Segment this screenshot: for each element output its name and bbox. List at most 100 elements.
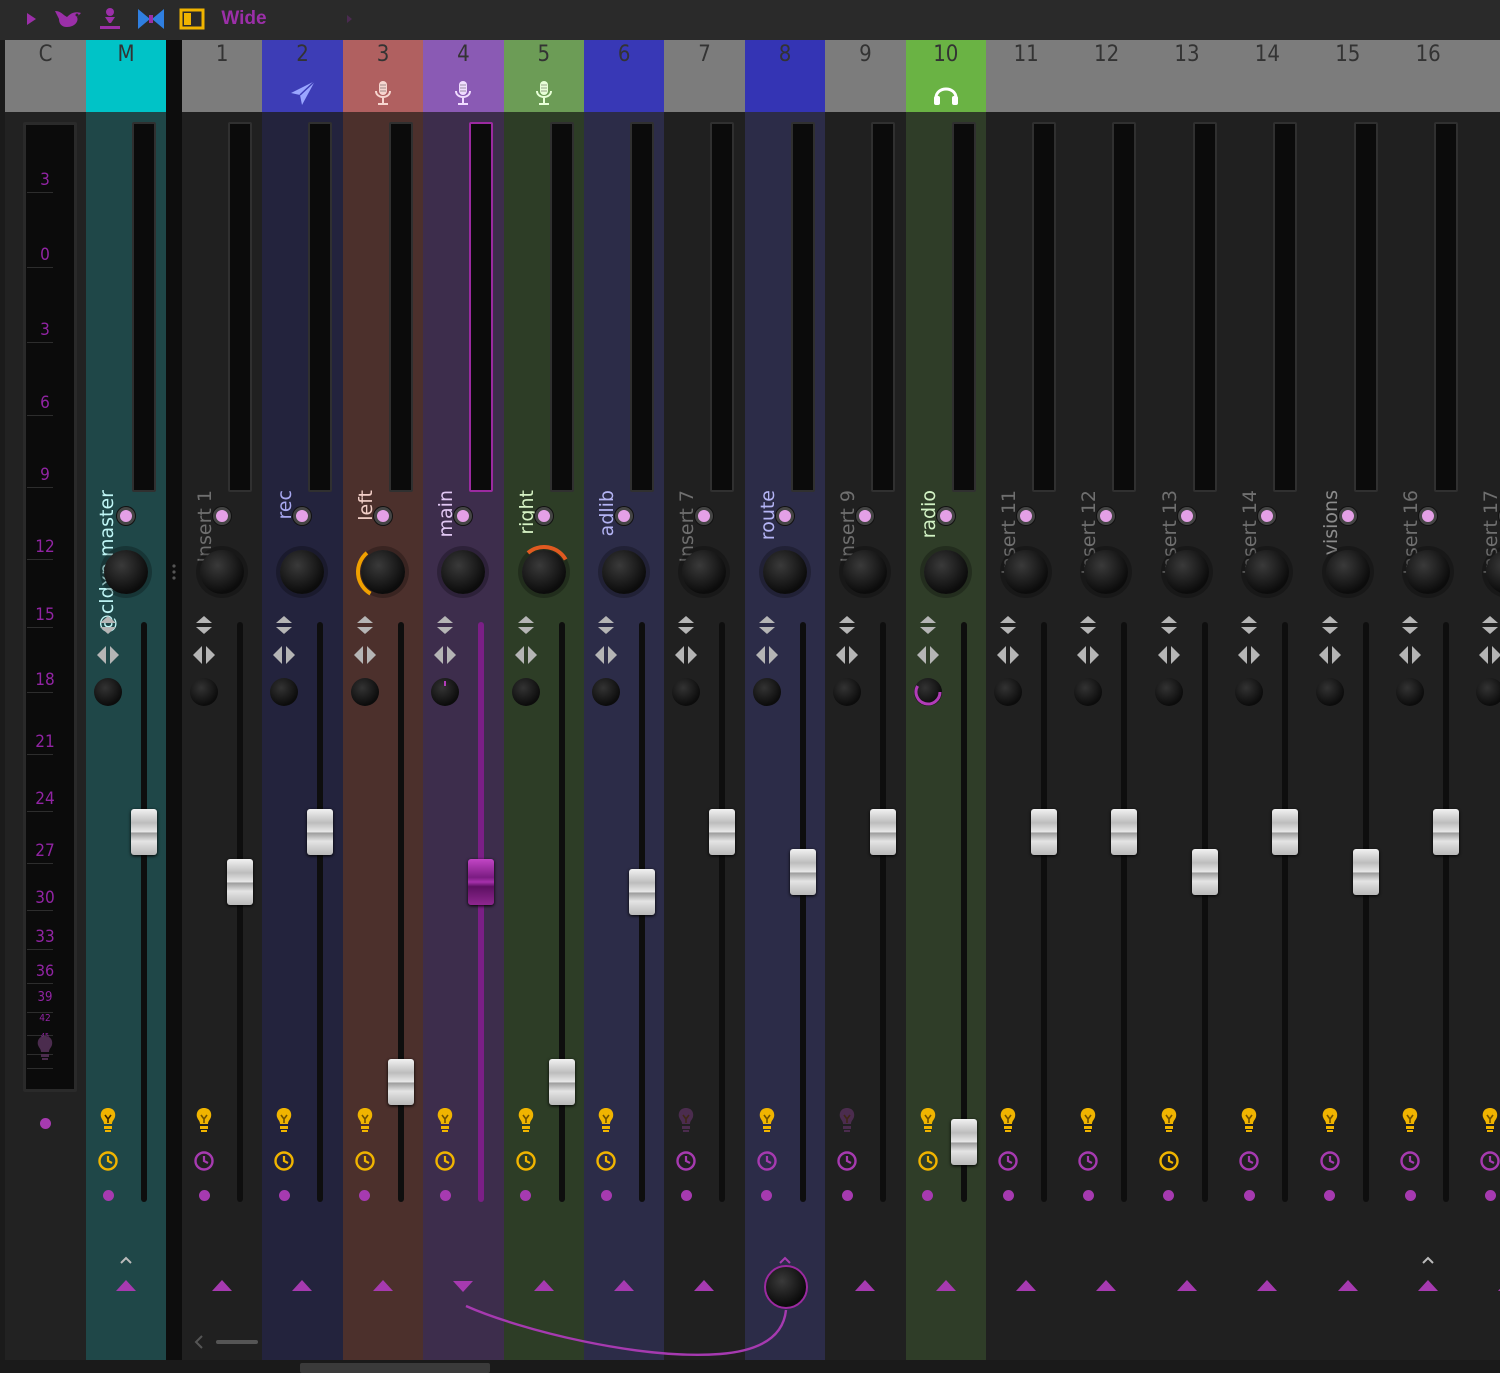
bulb-icon[interactable]: [516, 1106, 536, 1134]
bulb-icon[interactable]: [837, 1106, 857, 1134]
volume-fader[interactable]: [1352, 849, 1379, 895]
volume-fader[interactable]: [1111, 809, 1138, 855]
left-right-arrows-icon[interactable]: [352, 644, 378, 666]
pan-knob[interactable]: [1239, 544, 1295, 600]
chevron-right-icon[interactable]: [344, 6, 356, 32]
clock-icon[interactable]: [1158, 1150, 1180, 1172]
send-arrow-icon[interactable]: [291, 1278, 313, 1294]
status-led[interactable]: [856, 507, 875, 525]
up-down-arrows-icon[interactable]: [98, 614, 118, 636]
pan-knob[interactable]: [274, 544, 330, 600]
route-dot[interactable]: [359, 1190, 371, 1201]
status-led[interactable]: [1017, 507, 1035, 525]
send-arrow-icon[interactable]: [613, 1278, 635, 1294]
send-arrow-icon[interactable]: [115, 1278, 137, 1294]
strip-header[interactable]: 2: [262, 40, 343, 112]
left-right-arrows-icon[interactable]: [754, 644, 780, 666]
volume-fader[interactable]: [1272, 809, 1299, 855]
stereo-separation-knob[interactable]: [592, 678, 620, 706]
route-dot[interactable]: [520, 1190, 532, 1201]
send-arrow-icon[interactable]: [854, 1278, 876, 1294]
strip-header[interactable]: 1: [182, 40, 263, 112]
stereo-separation-knob[interactable]: [833, 678, 862, 706]
scrollbar-thumb[interactable]: [300, 1363, 490, 1373]
route-dot[interactable]: [1484, 1190, 1496, 1201]
strip-header[interactable]: 9: [825, 40, 906, 112]
volume-fader[interactable]: [950, 1119, 977, 1165]
strip-header[interactable]: 15: [1307, 40, 1388, 112]
left-right-arrows-icon[interactable]: [915, 644, 941, 666]
send-arrow-icon[interactable]: [372, 1278, 394, 1294]
route-dot[interactable]: [922, 1190, 934, 1201]
stereo-separation-knob[interactable]: [672, 678, 701, 706]
left-right-arrows-icon[interactable]: [593, 644, 619, 666]
bulb-icon[interactable]: [1078, 1106, 1098, 1134]
strip-header[interactable]: 14: [1227, 40, 1308, 112]
left-right-arrows-icon[interactable]: [1156, 644, 1182, 666]
route-dot[interactable]: [761, 1190, 773, 1201]
stereo-separation-knob[interactable]: [270, 678, 299, 706]
volume-fader[interactable]: [1031, 809, 1057, 855]
bowtie-icon[interactable]: [136, 6, 166, 32]
up-down-arrows-icon[interactable]: [1239, 614, 1259, 636]
send-arrow-icon[interactable]: [1337, 1278, 1359, 1294]
route-dot[interactable]: [841, 1190, 853, 1201]
send-arrow-icon[interactable]: [533, 1278, 555, 1294]
bulb-icon[interactable]: [1400, 1106, 1420, 1134]
volume-fader[interactable]: [548, 1059, 575, 1105]
bulb-icon[interactable]: [1239, 1106, 1259, 1134]
strip-header[interactable]: 12: [1066, 40, 1147, 112]
bulb-icon[interactable]: [274, 1106, 294, 1134]
stereo-separation-knob[interactable]: [1476, 678, 1500, 706]
bulb-icon[interactable]: [1480, 1106, 1500, 1134]
scroll-left-control[interactable]: [192, 1330, 262, 1354]
route-dot[interactable]: [1002, 1190, 1014, 1201]
stereo-separation-knob[interactable]: [350, 678, 379, 706]
caret-up-icon[interactable]: [1421, 1250, 1435, 1264]
bulb-icon[interactable]: [596, 1106, 616, 1134]
strip-header[interactable]: 16: [1388, 40, 1469, 112]
clock-icon[interactable]: [1399, 1150, 1421, 1172]
stereo-separation-knob[interactable]: [1315, 678, 1344, 706]
pan-knob[interactable]: [355, 544, 411, 600]
send-arrow-icon[interactable]: [935, 1278, 957, 1294]
send-arrow-icon[interactable]: [1015, 1278, 1037, 1294]
bulb-icon[interactable]: [1159, 1106, 1179, 1134]
strip-header[interactable]: 7: [664, 40, 745, 112]
pan-knob[interactable]: [1159, 544, 1215, 600]
up-down-arrows-icon[interactable]: [1320, 614, 1340, 636]
caret-up-icon[interactable]: [778, 1250, 792, 1264]
pan-knob[interactable]: [194, 544, 250, 600]
send-arrow-icon[interactable]: [1095, 1278, 1117, 1294]
status-led[interactable]: [1097, 507, 1116, 525]
left-right-arrows-icon[interactable]: [1397, 644, 1423, 666]
clock-icon[interactable]: [595, 1150, 617, 1172]
left-right-arrows-icon[interactable]: [1236, 644, 1262, 666]
route-dot[interactable]: [278, 1190, 290, 1201]
clock-icon[interactable]: [756, 1150, 778, 1172]
clock-icon[interactable]: [1238, 1150, 1260, 1172]
bulb-icon[interactable]: [1320, 1106, 1340, 1134]
clock-icon[interactable]: [675, 1150, 697, 1172]
volume-fader[interactable]: [387, 1059, 414, 1105]
pan-knob[interactable]: [918, 544, 974, 600]
up-down-arrows-icon[interactable]: [676, 614, 696, 636]
window-frame-icon[interactable]: [178, 6, 206, 32]
strip-header[interactable]: M: [86, 40, 166, 112]
strip-divider[interactable]: [166, 40, 182, 1360]
status-led[interactable]: [293, 507, 312, 525]
strip-header[interactable]: 3: [342, 40, 424, 112]
strip-header[interactable]: 8: [744, 40, 826, 112]
strip-header[interactable]: 6: [584, 40, 665, 112]
send-arrow-icon[interactable]: [1256, 1278, 1278, 1294]
route-dot[interactable]: [1404, 1190, 1416, 1201]
volume-fader[interactable]: [870, 809, 897, 855]
pan-knob[interactable]: [1480, 544, 1500, 600]
stereo-separation-knob[interactable]: [1154, 678, 1183, 706]
volume-fader[interactable]: [468, 859, 495, 905]
route-dot[interactable]: [1243, 1190, 1255, 1201]
stereo-separation-knob[interactable]: [1396, 678, 1424, 706]
pan-knob[interactable]: [98, 544, 154, 600]
pan-knob[interactable]: [837, 544, 893, 600]
send-arrow-icon[interactable]: [1417, 1278, 1439, 1294]
